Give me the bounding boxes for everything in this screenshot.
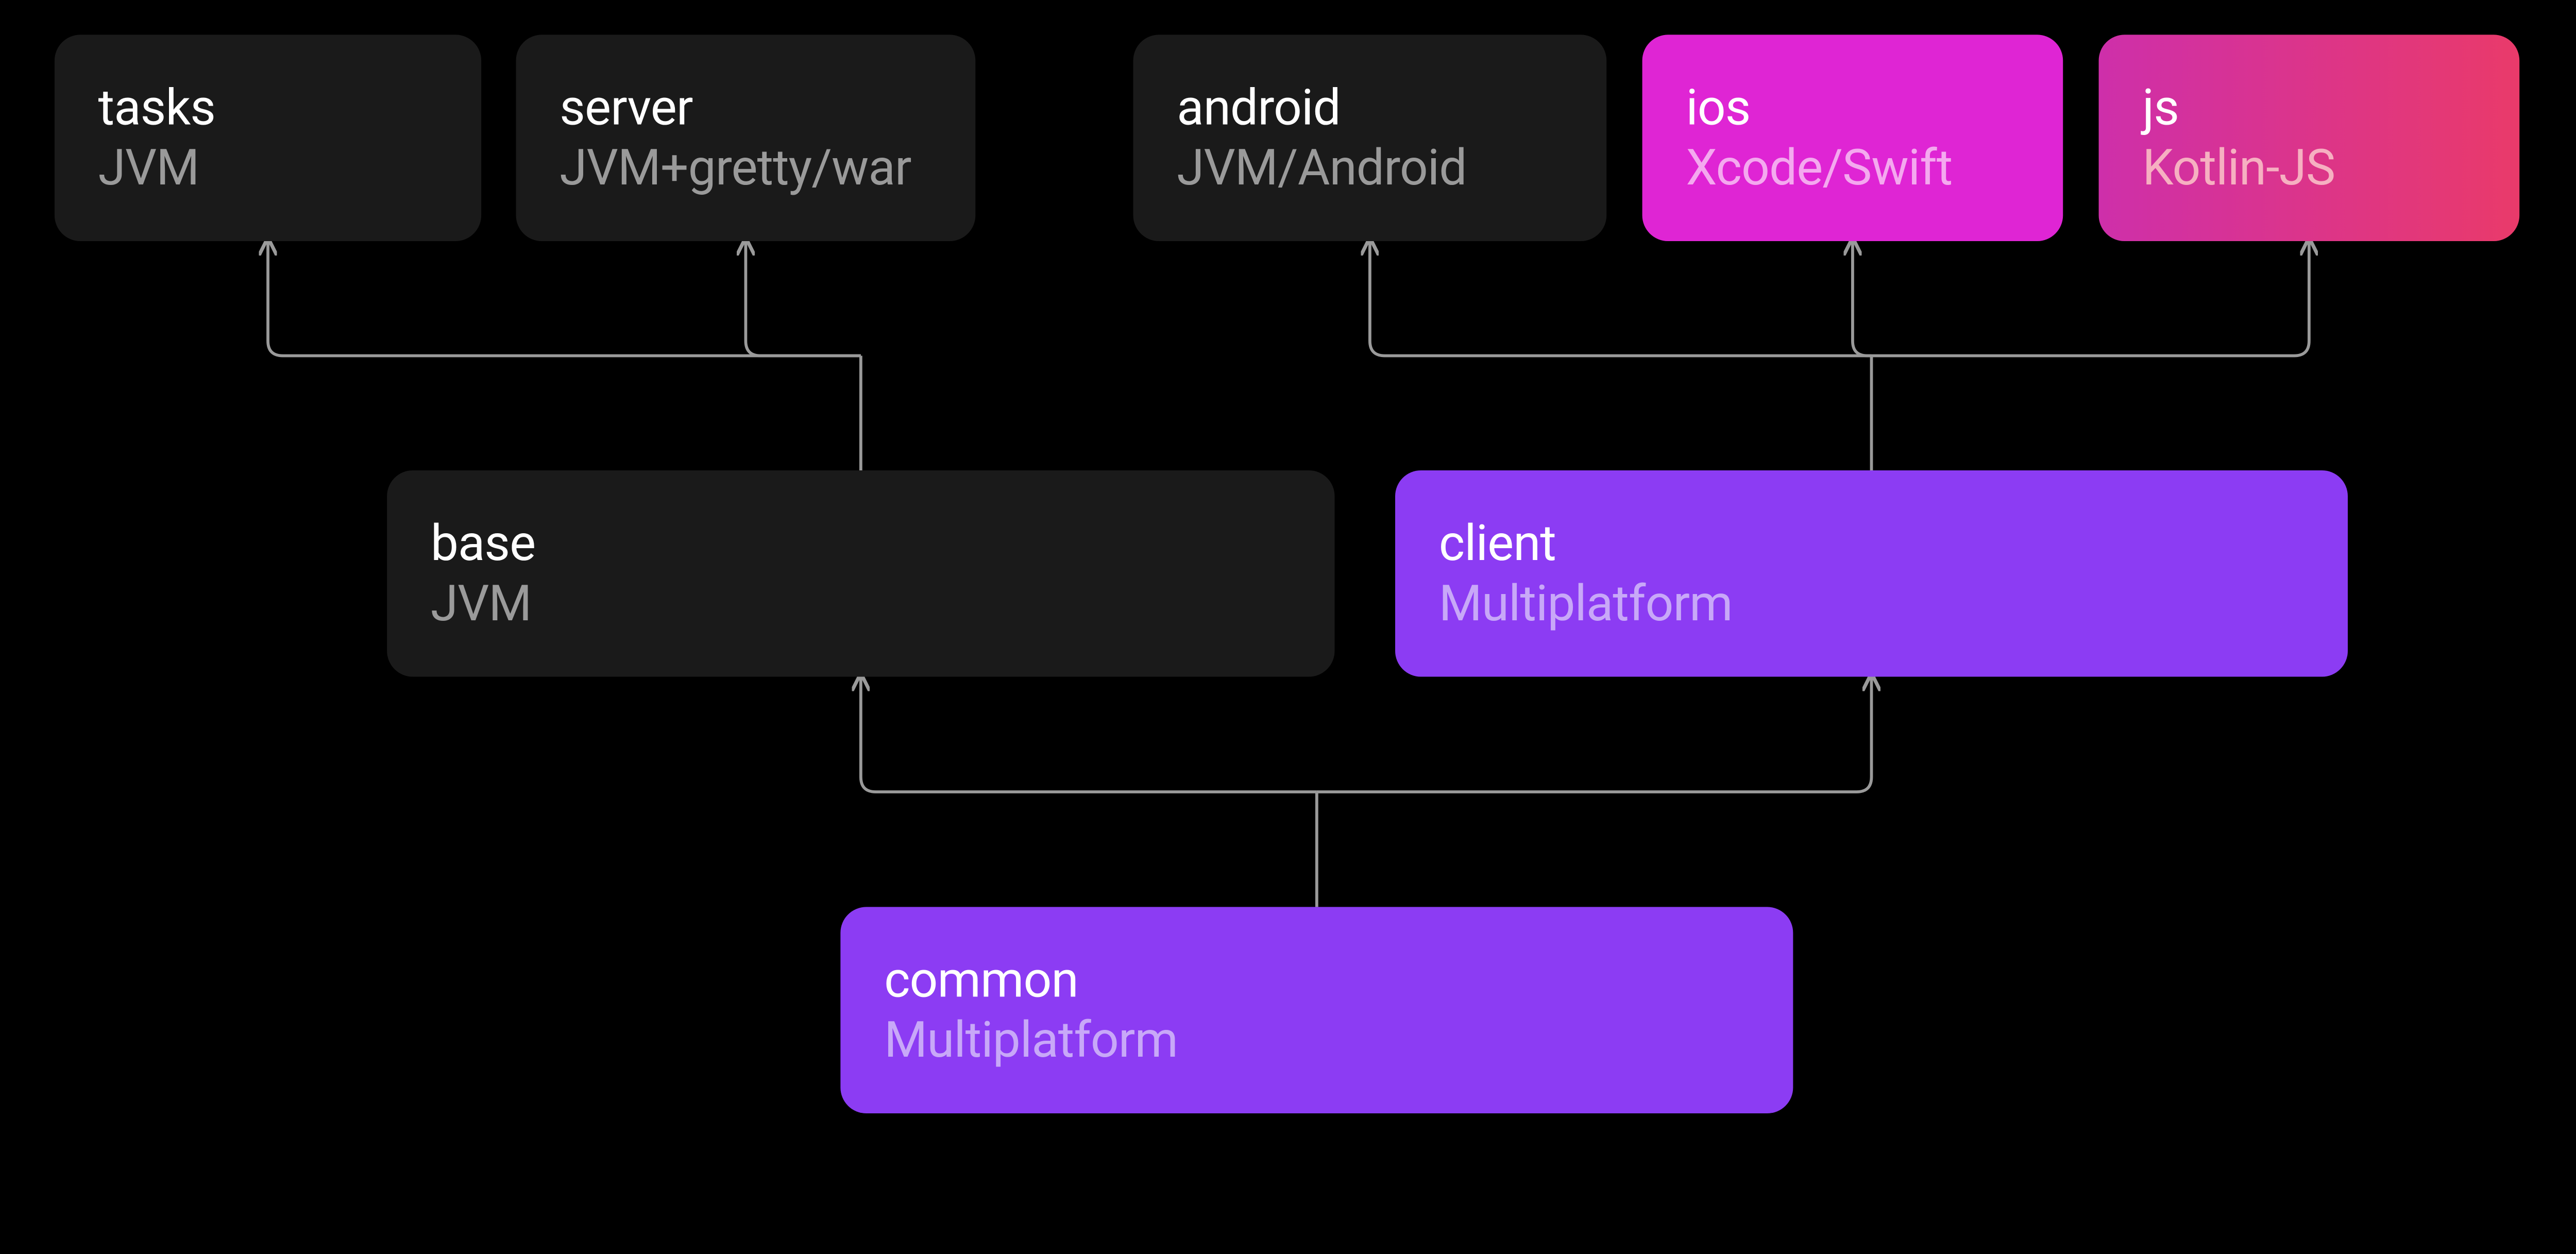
node-subtitle: Kotlin-JS xyxy=(2142,140,2480,197)
node-server: server JVM+gretty/war xyxy=(516,35,976,241)
node-title: client xyxy=(1439,515,2308,572)
node-subtitle: JVM/Android xyxy=(1177,140,1567,197)
node-subtitle: JVM+gretty/war xyxy=(560,140,936,197)
node-title: common xyxy=(884,952,1753,1009)
node-subtitle: JVM xyxy=(98,140,442,197)
connector xyxy=(1853,241,1872,355)
node-title: server xyxy=(560,79,936,137)
diagram-stage: tasks JVM server JVM+gretty/war android … xyxy=(0,0,2576,1208)
connector xyxy=(1872,241,2309,355)
node-title: base xyxy=(431,515,1295,572)
node-subtitle: Xcode/Swift xyxy=(1686,140,2023,197)
node-base: base JVM xyxy=(387,470,1334,677)
connector xyxy=(861,677,1317,792)
connector xyxy=(1317,677,1872,792)
connector xyxy=(1370,241,1872,355)
node-title: js xyxy=(2142,79,2480,137)
node-common: common Multiplatform xyxy=(840,907,1793,1113)
connector xyxy=(268,241,861,355)
node-js: js Kotlin-JS xyxy=(2099,35,2520,241)
node-title: tasks xyxy=(98,79,442,137)
node-android: android JVM/Android xyxy=(1133,35,1607,241)
node-title: ios xyxy=(1686,79,2023,137)
node-client: client Multiplatform xyxy=(1395,470,2348,677)
node-subtitle: Multiplatform xyxy=(1439,575,2308,632)
node-tasks: tasks JVM xyxy=(55,35,481,241)
node-subtitle: JVM xyxy=(431,575,1295,632)
node-ios: ios Xcode/Swift xyxy=(1642,35,2063,241)
node-subtitle: Multiplatform xyxy=(884,1012,1753,1069)
node-title: android xyxy=(1177,79,1567,137)
connector xyxy=(745,241,860,355)
